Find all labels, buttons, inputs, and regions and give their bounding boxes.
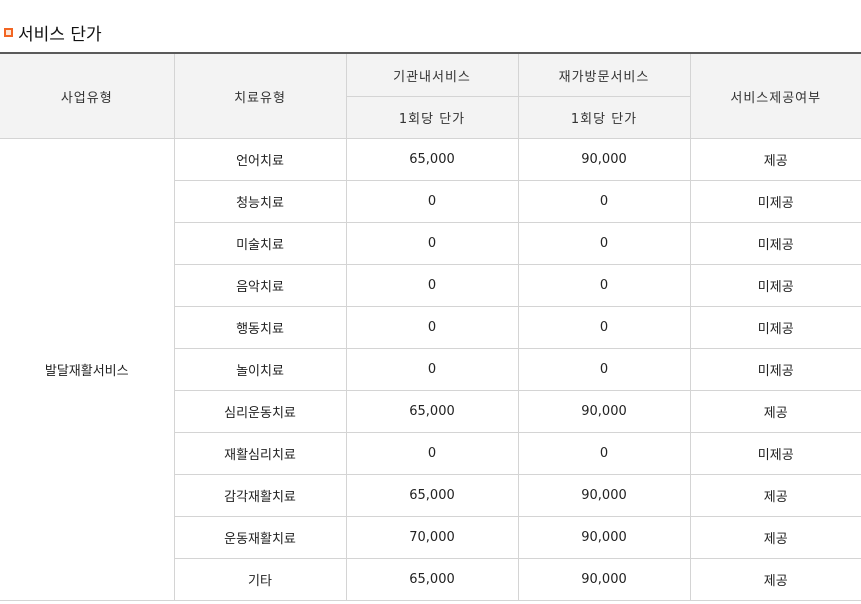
section-title-text: 서비스 단가: [18, 24, 102, 45]
service-price-table: 사업유형 치료유형 기관내서비스 재가방문서비스 서비스제공여부 1회당 단가 …: [0, 52, 861, 601]
treatment-cell: 행동치료: [174, 306, 347, 349]
treatment-cell: 미술치료: [174, 222, 347, 265]
home-visit-price-cell: 90,000: [517, 390, 691, 433]
header-in-facility: 기관내서비스: [345, 52, 519, 97]
header-home-visit: 재가방문서비스: [517, 52, 691, 97]
provided-status-cell: 제공: [689, 558, 861, 601]
provided-status-cell: 제공: [689, 474, 861, 517]
in-facility-price-cell: 65,000: [345, 390, 519, 433]
home-visit-price-cell: 90,000: [517, 138, 691, 181]
square-bullet-icon: [4, 27, 13, 37]
provided-status-cell: 제공: [689, 138, 861, 181]
provided-status-cell: 미제공: [689, 432, 861, 475]
provided-status-cell: 미제공: [689, 348, 861, 391]
treatment-cell: 운동재활치료: [174, 516, 347, 559]
in-facility-price-cell: 65,000: [345, 138, 519, 181]
home-visit-price-cell: 0: [517, 180, 691, 223]
provided-status-cell: 미제공: [689, 180, 861, 223]
in-facility-price-cell: 0: [345, 348, 519, 391]
header-unit-price-home: 1회당 단가: [517, 96, 690, 139]
in-facility-price-cell: 0: [345, 180, 519, 223]
home-visit-price-cell: 0: [517, 222, 691, 265]
in-facility-price-cell: 0: [345, 306, 519, 349]
business-type-cell: 발달재활서비스: [0, 138, 175, 601]
home-visit-price-cell: 0: [517, 432, 691, 475]
home-visit-price-cell: 0: [517, 348, 691, 391]
table-row: 발달재활서비스 언어치료 65,000 90,000 제공: [0, 138, 861, 601]
in-facility-price-cell: 0: [345, 432, 519, 475]
in-facility-price-cell: 65,000: [345, 474, 519, 517]
in-facility-price-cell: 65,000: [345, 558, 519, 601]
home-visit-price-cell: 0: [517, 264, 691, 307]
header-business-type: 사업유형: [0, 52, 175, 139]
treatment-cell: 감각재활치료: [174, 474, 347, 517]
in-facility-price-cell: 0: [345, 264, 519, 307]
in-facility-price-cell: 0: [345, 222, 519, 265]
home-visit-price-cell: 90,000: [517, 516, 691, 559]
home-visit-price-cell: 0: [517, 306, 691, 349]
provided-status-cell: 미제공: [689, 222, 861, 265]
header-provided: 서비스제공여부: [689, 52, 861, 139]
treatment-cell: 기타: [174, 558, 347, 601]
home-visit-price-cell: 90,000: [517, 558, 691, 601]
section-title: 서비스 단가: [4, 21, 102, 45]
table-body: 발달재활서비스 언어치료 65,000 90,000 제공 청능치료 0 0 미제공 미술치료 0 0…: [0, 138, 861, 601]
treatment-cell: 언어치료: [173, 138, 347, 181]
provided-status-cell: 제공: [689, 516, 861, 559]
treatment-cell: 놀이치료: [174, 348, 347, 391]
header-unit-price-in: 1회당 단가: [346, 96, 519, 139]
in-facility-price-cell: 70,000: [345, 516, 519, 559]
provided-status-cell: 미제공: [689, 306, 861, 349]
treatment-cell: 재활심리치료: [174, 432, 347, 475]
treatment-cell: 음악치료: [174, 264, 347, 307]
treatment-cell: 심리운동치료: [174, 390, 347, 433]
treatment-cell: 청능치료: [174, 180, 347, 223]
home-visit-price-cell: 90,000: [517, 474, 691, 517]
provided-status-cell: 미제공: [689, 264, 861, 307]
header-treatment-type: 치료유형: [173, 52, 347, 139]
provided-status-cell: 제공: [689, 390, 861, 433]
